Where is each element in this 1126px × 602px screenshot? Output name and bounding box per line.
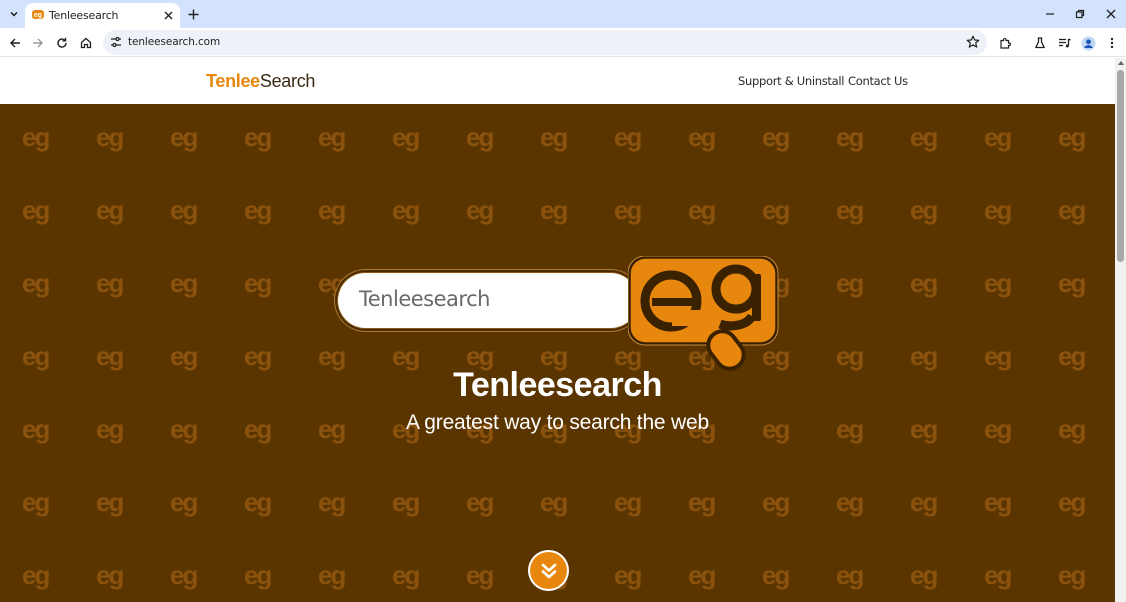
plus-icon xyxy=(188,9,198,19)
svg-text:eg: eg xyxy=(34,12,42,19)
new-tab-button[interactable] xyxy=(185,6,201,22)
puzzle-icon xyxy=(999,37,1011,49)
profile-button[interactable] xyxy=(1078,33,1098,53)
scroll-down-button[interactable] xyxy=(530,552,567,589)
tab-title: Tenleesearch xyxy=(49,9,119,22)
site-header: TenleeSearch Support & Uninstall Contact… xyxy=(0,58,1115,104)
flask-icon xyxy=(1035,37,1045,49)
restore-icon xyxy=(1075,9,1085,19)
back-button[interactable] xyxy=(5,33,25,53)
kebab-menu-icon xyxy=(1110,37,1114,49)
nav-support-uninstall[interactable]: Support & Uninstall xyxy=(738,74,844,88)
minimize-button[interactable] xyxy=(1040,4,1060,24)
home-button[interactable] xyxy=(76,33,96,53)
background-pattern: eg xyxy=(0,104,1115,602)
chevron-down-icon xyxy=(10,11,18,17)
site-logo[interactable]: TenleeSearch xyxy=(206,71,315,92)
extensions-button[interactable] xyxy=(995,33,1015,53)
close-icon xyxy=(164,11,172,19)
tab-search-button[interactable] xyxy=(4,4,24,24)
site-info-icon[interactable] xyxy=(109,35,123,49)
scrollbar-thumb[interactable] xyxy=(1117,70,1124,262)
page-viewport: TenleeSearch Support & Uninstall Contact… xyxy=(0,58,1115,602)
eg-logo-icon: eg xyxy=(32,10,44,19)
arrow-left-icon xyxy=(10,38,20,48)
tab-strip: eg Tenleesearch xyxy=(0,0,1126,28)
search-box-text: Tenleesearch xyxy=(359,287,490,311)
url-text[interactable]: tenleesearch.com xyxy=(128,36,220,48)
avatar-icon xyxy=(1081,36,1095,50)
forward-button[interactable] xyxy=(28,33,48,53)
minimize-icon xyxy=(1046,13,1054,15)
search-box[interactable]: Tenleesearch xyxy=(338,273,638,328)
close-icon xyxy=(1106,9,1116,19)
close-window-button[interactable] xyxy=(1101,4,1121,24)
browser-toolbar: tenleesearch.com xyxy=(0,28,1126,57)
hero-section: eg Tenleesearch Tenleesearch A greatest … xyxy=(0,104,1115,602)
labs-button[interactable] xyxy=(1030,33,1050,53)
hero-title: Tenleesearch xyxy=(453,366,662,404)
tab-close-button[interactable] xyxy=(161,8,175,22)
nav-contact-us[interactable]: Contact Us xyxy=(848,74,908,88)
home-icon xyxy=(80,37,92,49)
reload-button[interactable] xyxy=(52,33,72,53)
double-chevron-down-icon xyxy=(541,563,556,578)
menu-button[interactable] xyxy=(1102,33,1122,53)
media-control-button[interactable] xyxy=(1054,33,1074,53)
scroll-up-arrow-icon[interactable] xyxy=(1118,61,1124,65)
page-scrollbar[interactable] xyxy=(1115,58,1126,602)
eg-logo-icon xyxy=(628,256,779,371)
reload-icon xyxy=(57,37,67,48)
queue-music-icon xyxy=(1058,38,1071,48)
hero-subtitle: A greatest way to search the web xyxy=(406,411,709,434)
address-bar[interactable]: tenleesearch.com xyxy=(103,30,987,55)
arrow-right-icon xyxy=(33,38,43,48)
logo-text-tenlee: Tenlee xyxy=(206,71,260,91)
logo-text-search: Search xyxy=(259,71,316,91)
browser-tab[interactable]: eg Tenleesearch xyxy=(25,3,180,28)
restore-button[interactable] xyxy=(1070,4,1090,24)
bookmark-star-icon[interactable] xyxy=(966,35,980,49)
